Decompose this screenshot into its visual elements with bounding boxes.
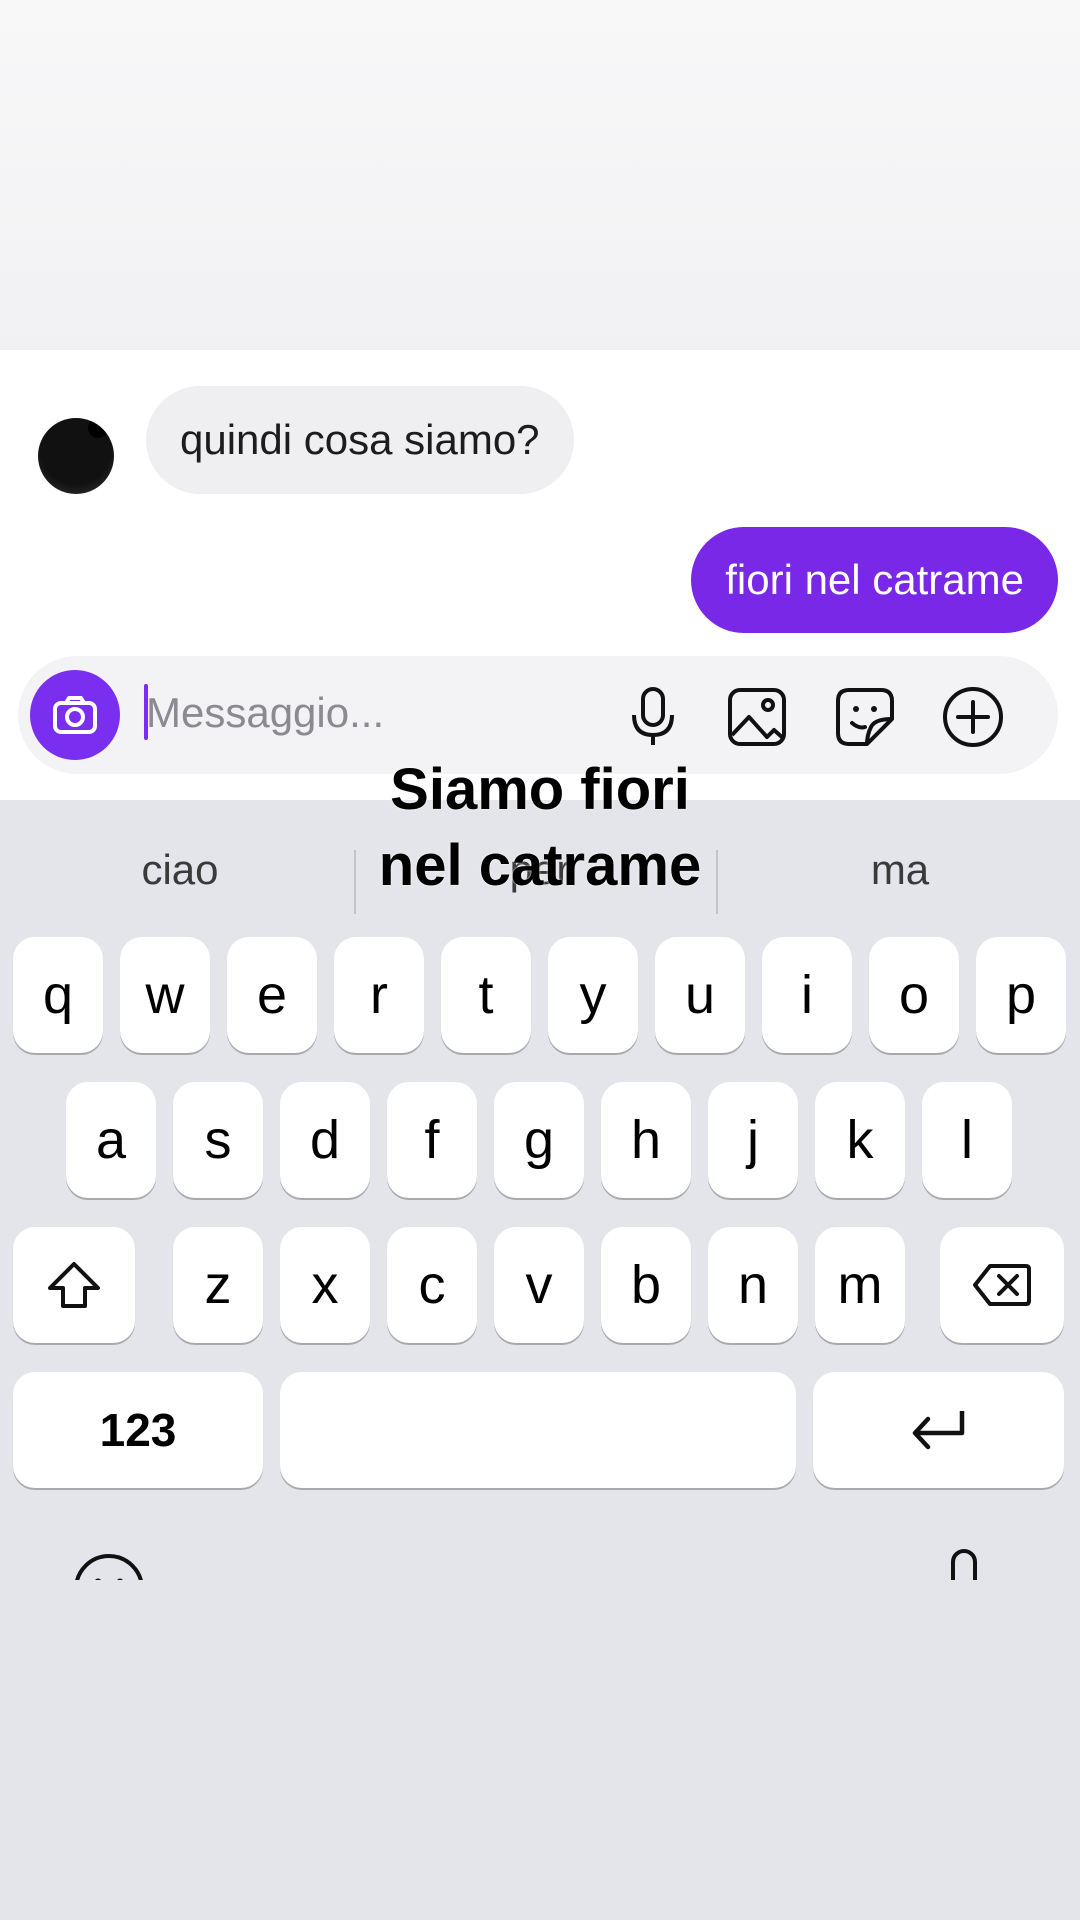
return-key[interactable] — [813, 1372, 1064, 1488]
key-y[interactable]: y — [548, 937, 638, 1053]
camera-icon — [53, 696, 97, 734]
return-icon — [912, 1411, 964, 1450]
key-x[interactable]: x — [280, 1227, 370, 1343]
key-h[interactable]: h — [601, 1082, 691, 1198]
dictation-icon — [942, 1549, 986, 1580]
camera-button[interactable] — [30, 670, 120, 760]
gallery-icon — [728, 688, 786, 746]
key-r[interactable]: r — [334, 937, 424, 1053]
gallery-button[interactable] — [726, 686, 788, 748]
key-a[interactable]: a — [66, 1082, 156, 1198]
key-u[interactable]: u — [655, 937, 745, 1053]
sticker-button[interactable] — [834, 686, 896, 748]
top-blank-area — [0, 0, 1080, 350]
microphone-icon — [632, 687, 674, 745]
outgoing-message-text: fiori nel catrame — [725, 556, 1024, 603]
keyboard: ciao per ma q w e r t y u i o p a s d f … — [0, 800, 1080, 1580]
key-z[interactable]: z — [173, 1227, 263, 1343]
key-l[interactable]: l — [922, 1082, 1012, 1198]
key-d[interactable]: d — [280, 1082, 370, 1198]
key-s[interactable]: s — [173, 1082, 263, 1198]
shift-icon — [48, 1262, 100, 1308]
message-input[interactable] — [146, 676, 616, 750]
bottom-area — [0, 1580, 1080, 1920]
key-n[interactable]: n — [708, 1227, 798, 1343]
key-f[interactable]: f — [387, 1082, 477, 1198]
key-e[interactable]: e — [227, 937, 317, 1053]
emoji-button[interactable] — [72, 1552, 146, 1580]
key-q[interactable]: q — [13, 937, 103, 1053]
sticker-icon — [836, 688, 894, 746]
key-v[interactable]: v — [494, 1227, 584, 1343]
plus-icon — [943, 687, 1003, 747]
key-t[interactable]: t — [441, 937, 531, 1053]
space-key[interactable] — [280, 1372, 796, 1488]
key-o[interactable]: o — [869, 937, 959, 1053]
contact-avatar[interactable] — [38, 418, 114, 494]
more-button[interactable] — [942, 686, 1004, 748]
key-c[interactable]: c — [387, 1227, 477, 1343]
key-b[interactable]: b — [601, 1227, 691, 1343]
shift-key[interactable] — [13, 1227, 135, 1343]
emoji-icon — [75, 1554, 143, 1580]
key-j[interactable]: j — [708, 1082, 798, 1198]
dictation-button[interactable] — [936, 1548, 992, 1580]
incoming-message-bubble[interactable]: quindi cosa siamo? — [146, 386, 574, 494]
key-i[interactable]: i — [762, 937, 852, 1053]
outgoing-message-bubble[interactable]: fiori nel catrame — [691, 527, 1058, 633]
backspace-key[interactable] — [940, 1227, 1064, 1343]
key-g[interactable]: g — [494, 1082, 584, 1198]
key-w[interactable]: w — [120, 937, 210, 1053]
key-k[interactable]: k — [815, 1082, 905, 1198]
incoming-message-text: quindi cosa siamo? — [180, 416, 540, 463]
numbers-key[interactable]: 123 — [13, 1372, 263, 1488]
microphone-button[interactable] — [622, 686, 684, 748]
backspace-icon — [973, 1264, 1031, 1306]
key-p[interactable]: p — [976, 937, 1066, 1053]
overlay-caption: Siamo fiori nel catrame — [378, 757, 702, 898]
key-m[interactable]: m — [815, 1227, 905, 1343]
